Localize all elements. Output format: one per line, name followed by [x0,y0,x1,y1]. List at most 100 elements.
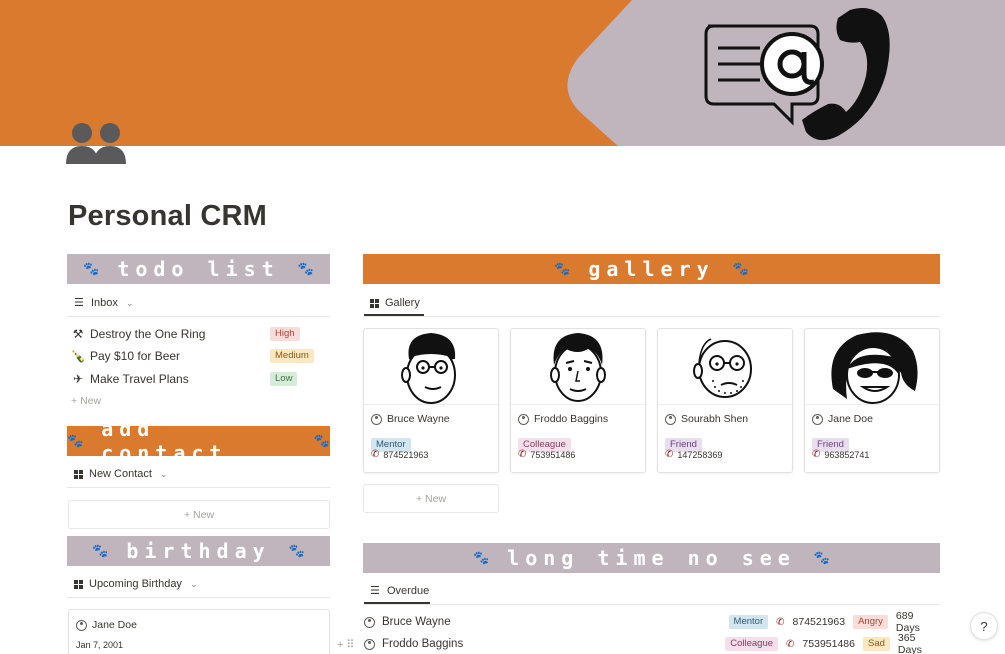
avatar [401,332,456,404]
plus-icon: + [183,508,194,521]
paw-icon: 🐾 [813,550,831,566]
portrait-image [511,329,645,405]
list-icon: ☰ [74,296,84,309]
phone-icon: ✆ [665,449,674,460]
days-since: 365 Days [897,632,922,654]
avatar [550,332,606,402]
tab-inbox-label: Inbox [91,297,118,309]
add-contact-banner: 🐾 add contact 🐾 [67,417,330,465]
todo-name: Make Travel Plans [90,372,189,386]
days-since: 689 Days [895,610,920,634]
person-icon [812,413,823,425]
chevron-down-icon[interactable]: ⌄ [190,579,198,590]
divider [67,316,330,317]
contact-name: Froddo Baggins [518,413,608,425]
plus-icon: + [71,395,78,407]
new-label: New [193,508,215,521]
contact-name: Jane Doe [812,413,873,425]
birthday-heading: birthday [126,539,271,563]
new-label: New [425,492,447,505]
chevron-down-icon[interactable]: ⌄ [160,469,168,480]
birthday-name-text: Jane Doe [92,619,137,631]
bottle-icon: 🍾 [70,349,86,363]
tab-gallery[interactable]: Gallery [370,297,420,309]
chevron-down-icon[interactable]: ⌄ [126,298,134,309]
contact-card[interactable]: Sourabh Shen Friend ✆ 147258369 [657,328,793,473]
person-icon [364,638,375,650]
todo-list-banner: 🐾 todo list 🐾 [67,254,330,284]
contact-name-text: Jane Doe [828,413,873,425]
add-todo-button[interactable]: + New [71,395,101,407]
contact-card[interactable]: Jane Doe Friend ✆ 963852741 [804,328,940,473]
hammer-icon: ⚒ [72,327,84,341]
relation-tag: Mentor [728,615,769,629]
person-icon [364,616,375,628]
birthday-date: Jan 7, 2001 [76,640,124,650]
phone-number: 874521963 [383,449,429,460]
help-button[interactable]: ? [970,612,998,640]
todo-name: Destroy the One Ring [90,327,206,341]
contact-card[interactable]: Bruce Wayne Mentor ✆ 874521963 [363,328,499,473]
todo-item[interactable]: 🍾 Pay $10 for Beer Medium [70,345,330,367]
grid-icon [74,579,83,589]
new-contact-button[interactable]: + New [68,500,330,529]
portrait-image [364,329,498,405]
table-row[interactable]: Froddo Baggins Colleague ✆ 753951486 Sad… [364,632,940,654]
list-icon: ☰ [370,584,380,597]
birthday-name: Jane Doe [76,619,137,631]
contact-icon [704,8,890,141]
paw-icon: 🐾 [554,261,571,277]
overdue-name-text: Bruce Wayne [382,616,451,628]
tab-gallery-label: Gallery [385,297,420,309]
phone-icon: ✆ [776,616,785,628]
overdue-name: Bruce Wayne [364,616,729,628]
contact-phone: ✆ 874521963 [371,449,428,460]
paw-icon: 🐾 [67,433,84,449]
tab-upcoming-birthday[interactable]: Upcoming Birthday ⌄ [74,578,197,590]
todo-item[interactable]: ✈ Make Travel Plans Low [70,368,330,390]
contact-name-text: Sourabh Shen [681,413,749,425]
divider [67,487,330,488]
priority-tag: High [270,327,300,341]
drag-handle-icon[interactable]: +⠿ [337,638,357,651]
divider [363,316,940,317]
page-title: Personal CRM [68,200,267,232]
relation-tag: Colleague [725,637,779,651]
mood-tag: Angry [853,615,888,629]
person-icon [76,619,87,631]
tab-overdue-label: Overdue [387,585,430,597]
table-row[interactable]: Bruce Wayne Mentor ✆ 874521963 Angry 689… [364,610,940,634]
paw-icon: 🐾 [288,543,305,559]
long-time-heading: long time no see [507,546,796,570]
paw-icon: 🐾 [313,433,330,449]
phone-icon: ✆ [786,638,795,650]
grid-icon [74,469,83,479]
contact-card[interactable]: Froddo Baggins Colleague ✆ 753951486 [510,328,646,473]
add-new-label: New [80,395,102,407]
paw-icon: 🐾 [83,261,100,277]
todo-item[interactable]: ⚒ Destroy the One Ring High [70,323,330,345]
contact-name-text: Bruce Wayne [387,413,450,425]
birthday-card[interactable]: Jane Doe Jan 7, 2001 [68,609,330,654]
people-icon[interactable] [64,122,130,164]
tab-overdue[interactable]: ☰ Overdue [370,585,429,597]
phone-icon: ✆ [812,449,821,460]
paw-icon: 🐾 [297,261,314,277]
birthday-banner: 🐾 birthday 🐾 [67,536,330,566]
person-icon [665,413,676,425]
long-time-no-see-banner: 🐾 long time no see 🐾 [363,543,940,573]
tab-upcoming-birthday-label: Upcoming Birthday [89,578,182,590]
portrait-image [805,329,939,405]
new-gallery-card-button[interactable]: + New [363,484,499,513]
person-icon [371,413,382,425]
person-icon [518,413,529,425]
divider [363,604,940,605]
paw-icon: 🐾 [92,543,109,559]
gallery-banner: 🐾 gallery 🐾 [363,254,940,284]
airplane-icon: ✈ [72,372,84,386]
tab-new-contact[interactable]: New Contact ⌄ [74,468,168,480]
phone-number: 753951486 [530,449,576,460]
tab-inbox[interactable]: ☰ Inbox ⌄ [74,297,133,309]
gallery-heading: gallery [588,257,715,281]
contact-name-text: Froddo Baggins [534,413,609,425]
